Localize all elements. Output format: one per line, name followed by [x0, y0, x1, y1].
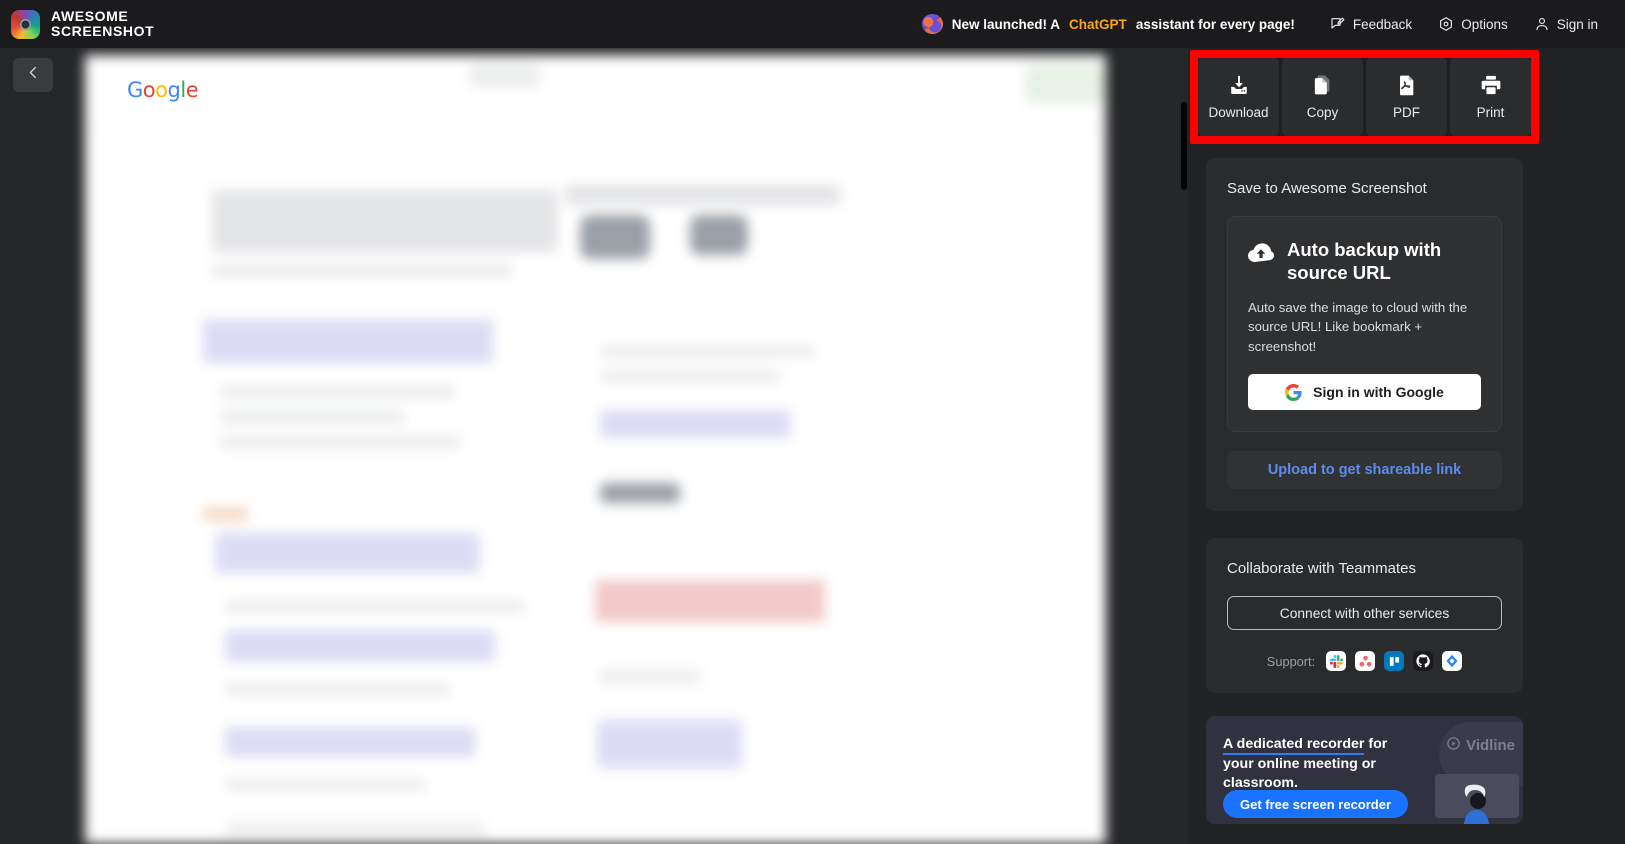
pdf-file-icon — [1396, 74, 1418, 96]
jira-icon[interactable] — [1442, 651, 1463, 671]
copy-label: Copy — [1306, 105, 1339, 120]
chatgpt-promo[interactable]: New launched! A ChatGPT assistant for ev… — [921, 14, 1295, 34]
brand[interactable]: AWESOME SCREENSHOT — [0, 9, 154, 39]
chevron-left-icon — [26, 65, 41, 85]
copy-button[interactable]: Copy — [1282, 58, 1363, 136]
sign-in-with-google-button[interactable]: Sign in with Google — [1248, 374, 1481, 411]
brand-line-2: SCREENSHOT — [51, 23, 155, 39]
promo-text-highlight: A dedicated recorder — [1223, 736, 1365, 755]
action-buttons-row: Download Copy PDF Print — [1198, 58, 1531, 136]
upload-shareable-link-button[interactable]: Upload to get shareable link — [1227, 451, 1502, 490]
collaborate-title: Collaborate with Teammates — [1227, 560, 1416, 577]
auto-backup-description: Auto save the image to cloud with the so… — [1248, 299, 1468, 354]
trello-icon[interactable] — [1384, 651, 1405, 671]
promo-prefix: New launched! A — [951, 16, 1061, 32]
supported-services: Support: — [1227, 651, 1502, 671]
user-icon — [1534, 16, 1550, 32]
promo-text: A dedicated recorder for your online mee… — [1223, 735, 1413, 794]
app-header: AWESOME SCREENSHOT New launched! A ChatG… — [0, 0, 1625, 48]
sign-in-label: Sign in — [1556, 16, 1598, 32]
feedback-label: Feedback — [1352, 16, 1413, 32]
brand-line-1: AWESOME — [51, 8, 129, 24]
feedback-icon — [1330, 16, 1346, 32]
connect-services-button[interactable]: Connect with other services — [1227, 596, 1502, 630]
auto-backup-title: Auto backup with source URL — [1287, 239, 1442, 284]
google-signin-label: Sign in with Google — [1313, 384, 1444, 401]
camera-logo-icon — [11, 9, 40, 39]
print-button[interactable]: Print — [1450, 58, 1531, 136]
vidline-artwork: Vidline — [1397, 716, 1523, 824]
collapse-panel-button[interactable] — [13, 58, 53, 92]
vidline-brand: Vidline — [1446, 736, 1515, 755]
options-label: Options — [1461, 16, 1508, 32]
gear-icon — [1438, 16, 1454, 32]
pdf-label: PDF — [1393, 105, 1420, 120]
download-button[interactable]: Download — [1198, 58, 1279, 136]
asana-icon[interactable] — [1355, 651, 1376, 671]
cloud-upload-icon — [1248, 243, 1274, 268]
save-panel: Save to Awesome Screenshot Auto backup w… — [1206, 158, 1523, 512]
download-icon — [1228, 74, 1250, 96]
printer-icon — [1480, 74, 1502, 96]
sign-in-button[interactable]: Sign in — [1521, 10, 1611, 38]
github-icon[interactable] — [1413, 651, 1434, 671]
screenshot-canvas[interactable] — [85, 55, 1106, 844]
vidline-promo-banner[interactable]: × Vidline A dedicated recorder for your … — [1206, 716, 1523, 824]
google-g-icon — [1285, 383, 1302, 401]
promo-highlight: ChatGPT — [1069, 16, 1127, 32]
download-label: Download — [1208, 105, 1269, 120]
brand-name: AWESOME SCREENSHOT — [51, 9, 154, 39]
slack-icon[interactable] — [1326, 651, 1347, 671]
copy-icon — [1312, 74, 1334, 96]
support-label: Support: — [1266, 653, 1316, 669]
vidline-logo-icon — [1446, 736, 1461, 755]
promo-suffix: assistant for every page! — [1135, 16, 1295, 32]
save-panel-title: Save to Awesome Screenshot — [1227, 180, 1427, 197]
print-label: Print — [1476, 105, 1505, 120]
auto-backup-promo: Auto backup with source URL Auto save th… — [1227, 216, 1502, 433]
options-button[interactable]: Options — [1425, 10, 1521, 38]
header-actions: New launched! A ChatGPT assistant for ev… — [921, 10, 1625, 38]
brain-icon — [921, 14, 943, 34]
get-free-screen-recorder-button[interactable]: Get free screen recorder — [1223, 790, 1409, 818]
workspace-scrollbar[interactable] — [1181, 102, 1187, 190]
pdf-button[interactable]: PDF — [1366, 58, 1447, 136]
action-buttons-highlight: Download Copy PDF Print — [1190, 50, 1539, 144]
editor-workspace: Google — [0, 48, 1188, 844]
right-sidebar: Download Copy PDF Print Save to Awesome … — [1188, 48, 1625, 844]
collaborate-panel: Collaborate with Teammates Connect with … — [1206, 538, 1523, 693]
feedback-button[interactable]: Feedback — [1317, 10, 1425, 38]
vidline-brand-label: Vidline — [1466, 737, 1515, 754]
person-illustration — [1464, 784, 1489, 824]
